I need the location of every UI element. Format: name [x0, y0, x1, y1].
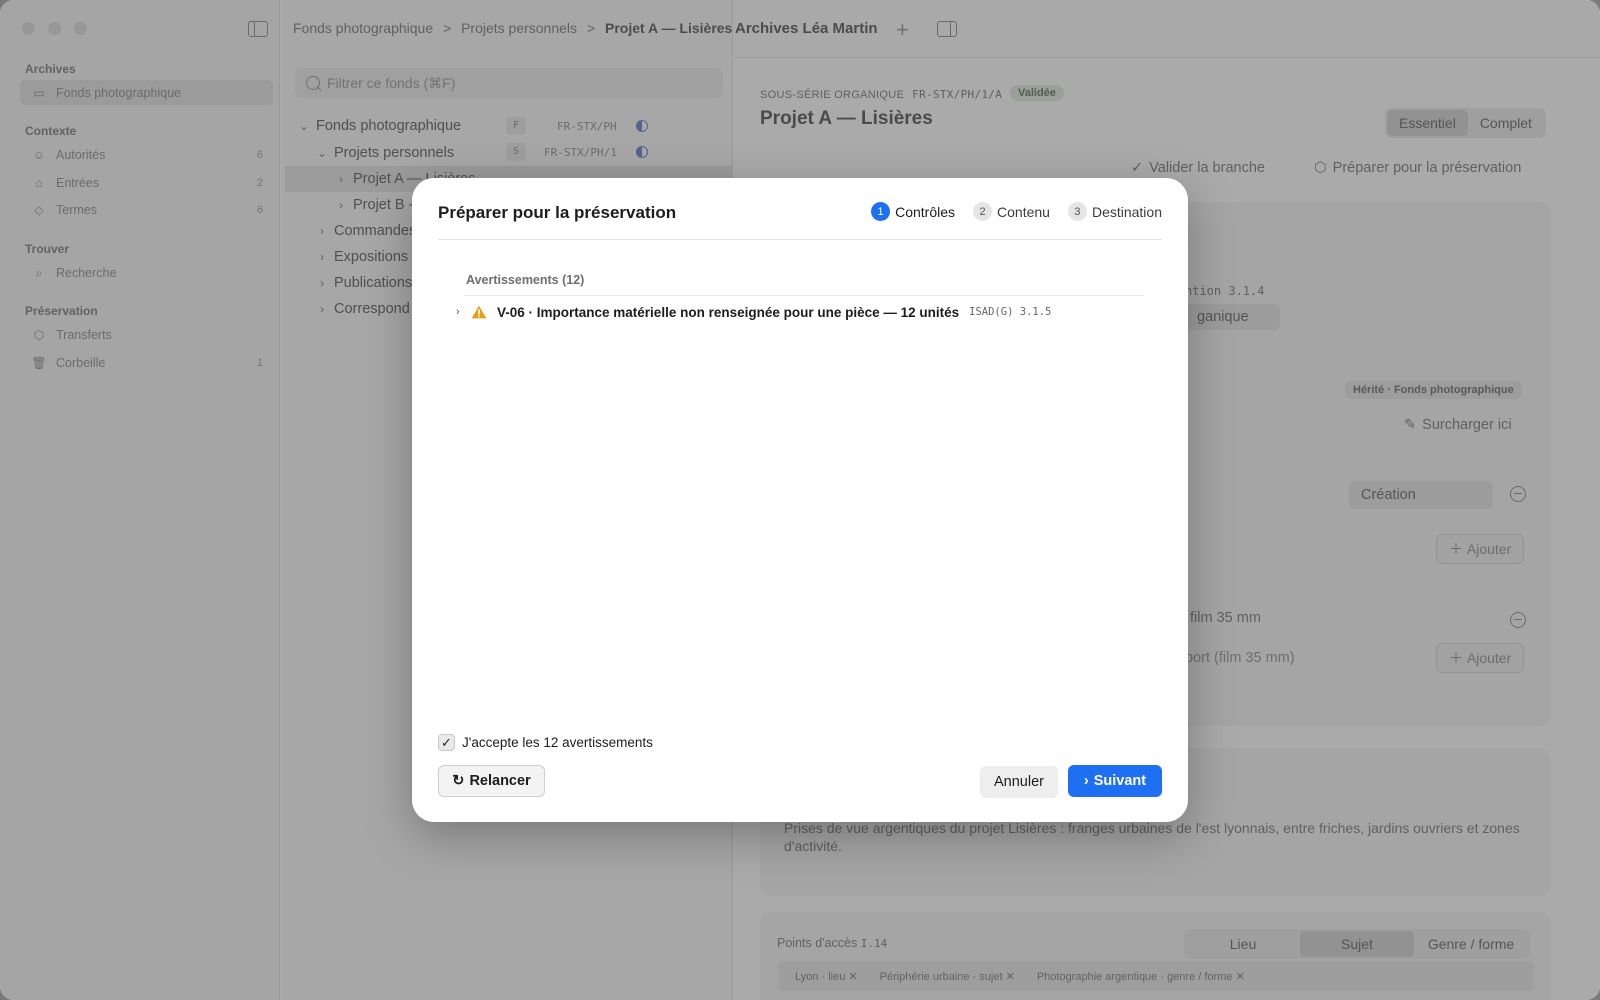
wizard-steps: 1 Contrôles 2 Contenu 3 Destination [871, 202, 1162, 221]
next-label: Suivant [1093, 773, 1147, 789]
step-contenu: 2 Contenu [973, 202, 1050, 221]
warning-reference: ISAD(G) 3.1.5 [969, 306, 1052, 318]
warning-text: V-06 · Importance matérielle non renseig… [497, 304, 960, 320]
step-destination: 3 Destination [1067, 202, 1162, 221]
rerun-button[interactable]: ↻ Relancer [438, 765, 545, 797]
step-label: Contenu [997, 203, 1050, 220]
warning-row[interactable]: › V-06 · Importance matérielle non rense… [456, 299, 1051, 325]
refresh-icon: ↻ [452, 773, 465, 789]
warnings-heading: Avertissements (12) [466, 273, 585, 287]
next-button[interactable]: › Suivant [1068, 765, 1162, 797]
step-controles: 1 Contrôles [871, 202, 955, 221]
warning-triangle-icon [471, 305, 487, 319]
accept-warnings-checkbox[interactable]: ✓ J'accepte les 12 avertissements [438, 734, 653, 751]
chevron-right-icon[interactable]: › [456, 306, 468, 318]
divider [464, 295, 1144, 296]
checkmark-icon[interactable]: ✓ [438, 734, 455, 751]
step-number: 3 [1067, 202, 1087, 221]
rerun-label: Relancer [469, 773, 531, 789]
step-number: 2 [973, 202, 993, 221]
step-label: Destination [1091, 203, 1162, 220]
step-label: Contrôles [895, 203, 956, 220]
preservation-dialog: Préparer pour la préservation 1 Contrôle… [412, 178, 1188, 822]
cancel-button[interactable]: Annuler [980, 766, 1058, 798]
divider [438, 239, 1162, 240]
accept-warnings-label: J'accepte les 12 avertissements [462, 735, 653, 750]
dialog-title: Préparer pour la préservation [438, 203, 677, 222]
cancel-label: Annuler [994, 774, 1044, 790]
app-window: Archives ▭ Fonds photographique Contexte… [0, 0, 1600, 1000]
chevron-right-icon: › [1083, 773, 1089, 789]
step-number: 1 [871, 202, 891, 221]
